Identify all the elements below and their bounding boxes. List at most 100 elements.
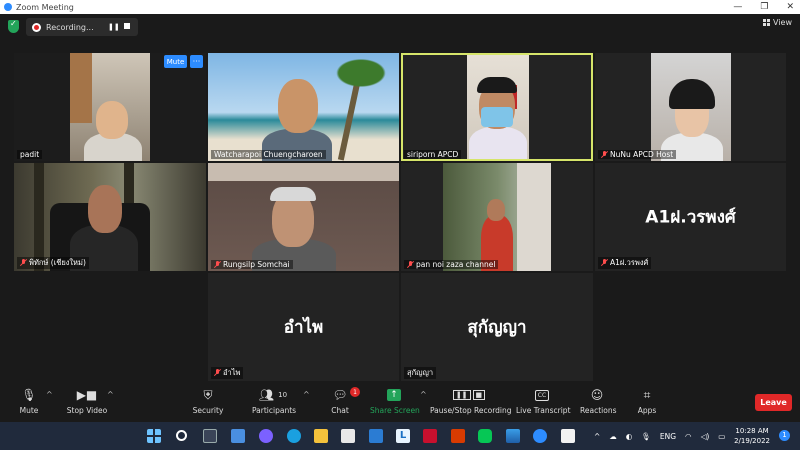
video-feed (208, 163, 399, 271)
muted-mic-icon (20, 259, 27, 266)
widgets-icon[interactable] (231, 429, 245, 443)
security-shield-icon[interactable] (8, 19, 19, 33)
participant-name: A1ฝ.วรพงศ์ (598, 257, 652, 269)
video-tile-padit[interactable]: Mute ··· padit (14, 53, 206, 161)
pause-stop-recording-button[interactable]: ❚❚ ■ Pause/Stop Recording (430, 387, 512, 415)
wifi-icon[interactable]: ◠ (685, 432, 692, 441)
photos-icon[interactable] (506, 429, 520, 443)
clock-date: 2/19/2022 (734, 437, 770, 445)
video-tile-a1[interactable]: A1ฝ.วรพงศ์ A1ฝ.วรพงศ์ (595, 163, 786, 271)
recording-label: Recording... (46, 22, 94, 32)
onedrive-icon[interactable]: ☁︎ (609, 432, 617, 441)
apps-button[interactable]: ⌗ Apps (636, 387, 658, 416)
video-tile-sukanya[interactable]: สุกัญญา สุกัญญา (401, 273, 593, 381)
video-tile-siriporn[interactable]: siriporn APCD (401, 53, 593, 161)
participant-name: พิทักษ์ (เชียงใหม่) (17, 257, 89, 269)
video-camera-icon: ▶︎■ (76, 388, 98, 402)
grid-view-icon (763, 19, 771, 26)
participant-name: siriporn APCD (404, 150, 462, 159)
snipping-tool-icon[interactable] (561, 429, 575, 443)
chat-button[interactable]: 💬︎ 1 Chat (326, 387, 360, 415)
muted-mic-icon (601, 151, 608, 158)
zoom-taskbar-icon[interactable] (533, 429, 547, 443)
reactions-button[interactable]: ☺︎ Reactions (580, 387, 616, 415)
edge-browser-icon[interactable] (287, 429, 301, 443)
window-titlebar: Zoom Meeting — ❐ ✕ (0, 0, 800, 14)
mcafee-icon[interactable] (423, 429, 437, 443)
recording-dot-icon (32, 22, 41, 32)
taskbar-clock[interactable]: 10:28 AM 2/19/2022 (734, 426, 770, 446)
participant-display-name: A1ฝ.วรพงศ์ (645, 207, 736, 228)
mail-icon[interactable] (369, 429, 383, 443)
video-tile-rungsilp[interactable]: Rungsilp Somchai (208, 163, 399, 271)
audio-options-caret-icon[interactable]: ^ (46, 390, 53, 399)
participant-display-name: อำไพ (283, 317, 324, 338)
pause-recording-icon[interactable]: ❚❚ (108, 23, 120, 31)
microphone-icon: 🎙︎ (21, 388, 37, 402)
smiley-icon: ☺︎ (590, 388, 604, 402)
live-transcript-button[interactable]: CC Live Transcript (516, 387, 571, 415)
video-tile-5[interactable]: พิทักษ์ (เชียงใหม่) (14, 163, 206, 271)
video-feed (467, 55, 529, 159)
mute-button[interactable]: 🎙︎ Mute (14, 387, 44, 415)
participants-options-caret-icon[interactable]: ^ (303, 390, 310, 399)
video-tile-nunu[interactable]: NuNu APCD Host (595, 53, 786, 161)
meeting-toolbar: 🎙︎ Mute ^ ▶︎■ Stop Video ^ ⛨ Security 👥︎… (0, 384, 800, 422)
start-menu-icon[interactable] (147, 429, 161, 443)
chat-bubble-icon: 💬︎ 1 (326, 387, 360, 403)
participant-name: Watcharapoi Chuengcharoen (211, 150, 326, 159)
speaker-icon[interactable]: ◁) (701, 432, 710, 441)
pause-stop-icon: ❚❚ ■ (430, 387, 508, 403)
video-options-caret-icon[interactable]: ^ (107, 390, 114, 399)
video-tile-watcharapoi[interactable]: Watcharapoi Chuengcharoen (208, 53, 399, 161)
muted-mic-icon (214, 261, 221, 268)
tray-overflow-icon[interactable]: ^ (594, 432, 600, 441)
file-explorer-icon[interactable] (314, 429, 328, 443)
share-screen-button[interactable]: ↑ Share Screen (370, 387, 420, 415)
muted-mic-icon (601, 259, 608, 266)
share-options-caret-icon[interactable]: ^ (420, 390, 427, 399)
language-indicator[interactable]: ENG (660, 432, 676, 441)
meeting-topbar: Recording... ❚❚ View (0, 14, 800, 40)
muted-mic-icon (214, 369, 221, 376)
teams-chat-icon[interactable] (259, 429, 273, 443)
system-tray: ^ ☁︎ ◐ 🎙︎ ENG ◠ ◁) ▭ (594, 422, 725, 450)
line-app-icon[interactable] (478, 429, 492, 443)
window-title: Zoom Meeting (16, 2, 74, 12)
os-taskbar: L ^ ☁︎ ◐ 🎙︎ ENG ◠ ◁) ▭ 10:28 AM 2/19/202… (0, 422, 800, 450)
minimize-button[interactable]: — (733, 2, 742, 12)
view-label: View (773, 18, 792, 27)
tile-mute-button[interactable]: Mute (164, 55, 187, 68)
video-feed (651, 53, 731, 161)
close-button[interactable]: ✕ (786, 2, 794, 12)
muted-mic-icon (407, 261, 414, 268)
video-tile-amphai[interactable]: อำไพ อำไพ (208, 273, 399, 381)
stop-recording-icon[interactable] (124, 23, 130, 29)
stop-video-button[interactable]: ▶︎■ Stop Video (64, 387, 110, 415)
video-feed (14, 163, 206, 271)
leave-button[interactable]: Leave (755, 394, 792, 411)
weather-icon[interactable]: ◐ (626, 432, 633, 441)
participant-name: NuNu APCD Host (598, 150, 677, 159)
window-controls: — ❐ ✕ (733, 0, 794, 14)
chat-unread-badge: 1 (350, 387, 360, 397)
tile-more-button[interactable]: ··· (190, 55, 203, 68)
office-icon[interactable] (451, 429, 465, 443)
notification-badge[interactable]: 1 (779, 430, 790, 441)
video-tile-pannoi[interactable]: pan noi zaza channel (401, 163, 593, 271)
participants-button[interactable]: 👥︎ 10 Participants (252, 387, 296, 415)
zoom-logo-icon (4, 3, 12, 11)
participant-name: อำไพ (211, 367, 244, 379)
task-view-icon[interactable] (203, 429, 217, 443)
battery-icon[interactable]: ▭ (718, 432, 725, 441)
l-app-icon[interactable]: L (396, 429, 410, 443)
view-button[interactable]: View (763, 18, 792, 27)
search-icon[interactable] (176, 430, 187, 441)
video-feed (70, 53, 150, 161)
security-button[interactable]: ⛨ Security (190, 387, 226, 416)
video-feed (443, 163, 551, 271)
microphone-tray-icon[interactable]: 🎙︎ (641, 432, 651, 441)
maximize-button[interactable]: ❐ (760, 2, 768, 12)
store-icon[interactable] (341, 429, 355, 443)
recording-indicator: Recording... ❚❚ (26, 18, 138, 36)
